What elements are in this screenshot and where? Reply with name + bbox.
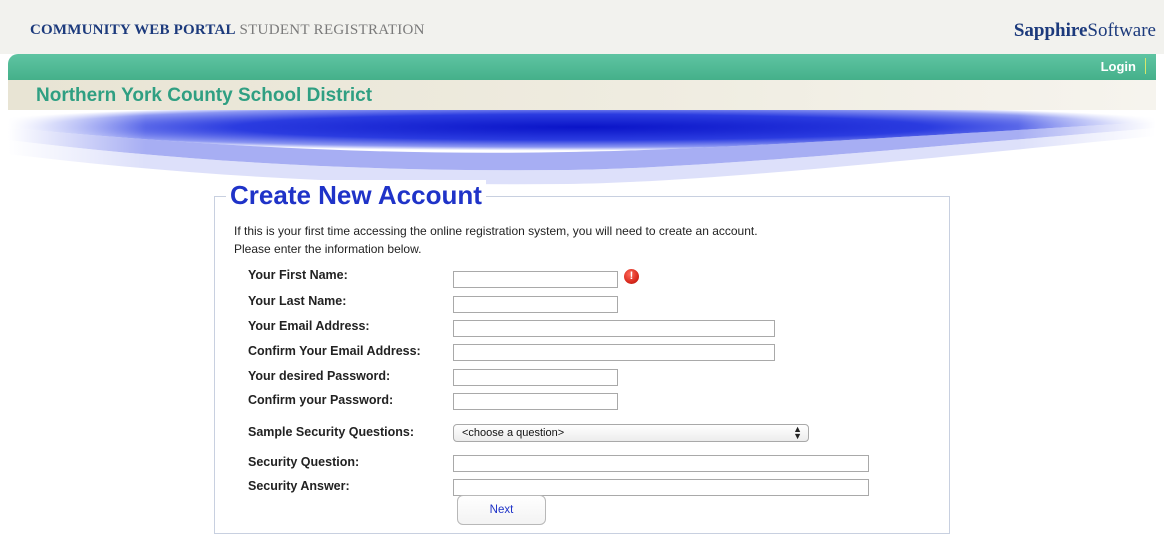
confirm-email-field[interactable] [453, 344, 775, 361]
select-value: <choose a question> [462, 427, 565, 439]
form-heading: Create New Account [226, 180, 486, 211]
confirm-email-label: Confirm Your Email Address: [248, 344, 421, 358]
confirm-password-field[interactable] [453, 393, 618, 410]
header-swoosh [8, 110, 1156, 188]
intro-line-2: Please enter the information below. [234, 242, 422, 256]
intro-line-1: If this is your first time accessing the… [234, 224, 758, 238]
brand-light: Software [1087, 20, 1156, 41]
updown-arrows-icon: ▲ ▼ [793, 424, 802, 441]
swoosh-graphic [8, 110, 1156, 188]
nav-bar: Login [8, 54, 1156, 80]
security-answer-label: Security Answer: [248, 479, 350, 493]
portal-title: COMMUNITY WEB PORTAL STUDENT REGISTRATIO… [30, 22, 425, 39]
district-name: Northern York County School District [36, 85, 373, 106]
security-question-field[interactable] [453, 455, 869, 472]
first-name-field[interactable] [453, 271, 618, 288]
next-button[interactable]: Next [457, 495, 546, 525]
security-question-label: Security Question: [248, 455, 360, 469]
login-link[interactable]: Login [1101, 59, 1136, 74]
brand-bold: Sapphire [1013, 20, 1088, 41]
last-name-label: Your Last Name: [248, 294, 347, 308]
security-answer-field[interactable] [453, 479, 869, 496]
last-name-field[interactable] [453, 296, 618, 313]
security-question-select[interactable]: <choose a question> ▲ ▼ [453, 424, 809, 442]
district-banner: Northern York County School District [8, 80, 1156, 110]
email-label: Your Email Address: [248, 319, 370, 333]
first-name-label: Your First Name: [248, 268, 348, 282]
exclamation-circle-icon: ! [624, 269, 639, 284]
password-label: Your desired Password: [248, 369, 391, 383]
form-intro: If this is your first time accessing the… [234, 222, 758, 258]
top-header: COMMUNITY WEB PORTAL STUDENT REGISTRATIO… [0, 0, 1164, 54]
password-field[interactable] [453, 369, 618, 386]
sample-questions-label: Sample Security Questions: [248, 425, 415, 439]
portal-title-sub: STUDENT REGISTRATION [239, 22, 425, 38]
email-field[interactable] [453, 320, 775, 337]
nav-separator [1145, 58, 1146, 74]
portal-title-bold: COMMUNITY WEB PORTAL [30, 22, 236, 38]
brand-logo: SapphireSoftware [1014, 20, 1156, 42]
confirm-password-label: Confirm your Password: [248, 393, 394, 407]
